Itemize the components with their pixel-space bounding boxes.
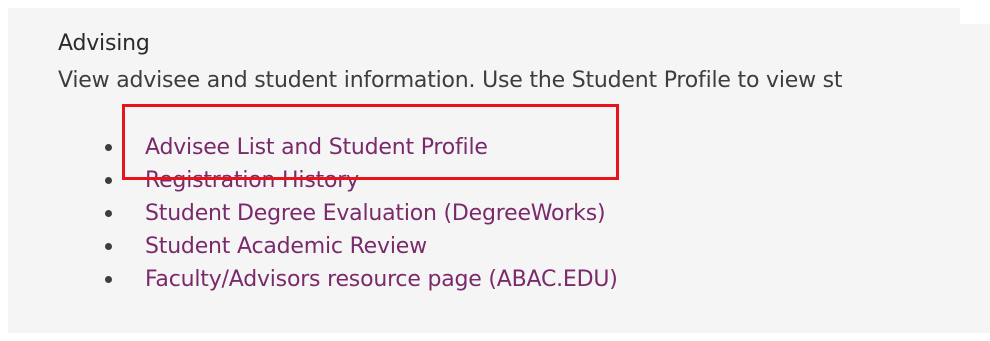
section-description: View advisee and student information. Us…: [58, 68, 843, 93]
bullet-icon: [105, 210, 112, 217]
section-heading: Advising: [58, 31, 150, 56]
bullet-icon: [105, 177, 112, 184]
faculty-resources-link[interactable]: Faculty/Advisors resource page (ABAC.EDU…: [145, 263, 618, 296]
advisee-list-link[interactable]: Advisee List and Student Profile: [145, 131, 488, 164]
bullet-icon: [105, 243, 112, 250]
academic-review-link[interactable]: Student Academic Review: [145, 230, 427, 263]
degree-evaluation-link[interactable]: Student Degree Evaluation (DegreeWorks): [145, 197, 606, 230]
bullet-icon: [105, 144, 112, 151]
bullet-icon: [105, 276, 112, 283]
advising-panel: Advising View advisee and student inform…: [8, 8, 990, 333]
panel-corner: [960, 8, 990, 24]
registration-history-link[interactable]: Registration History: [145, 164, 359, 197]
